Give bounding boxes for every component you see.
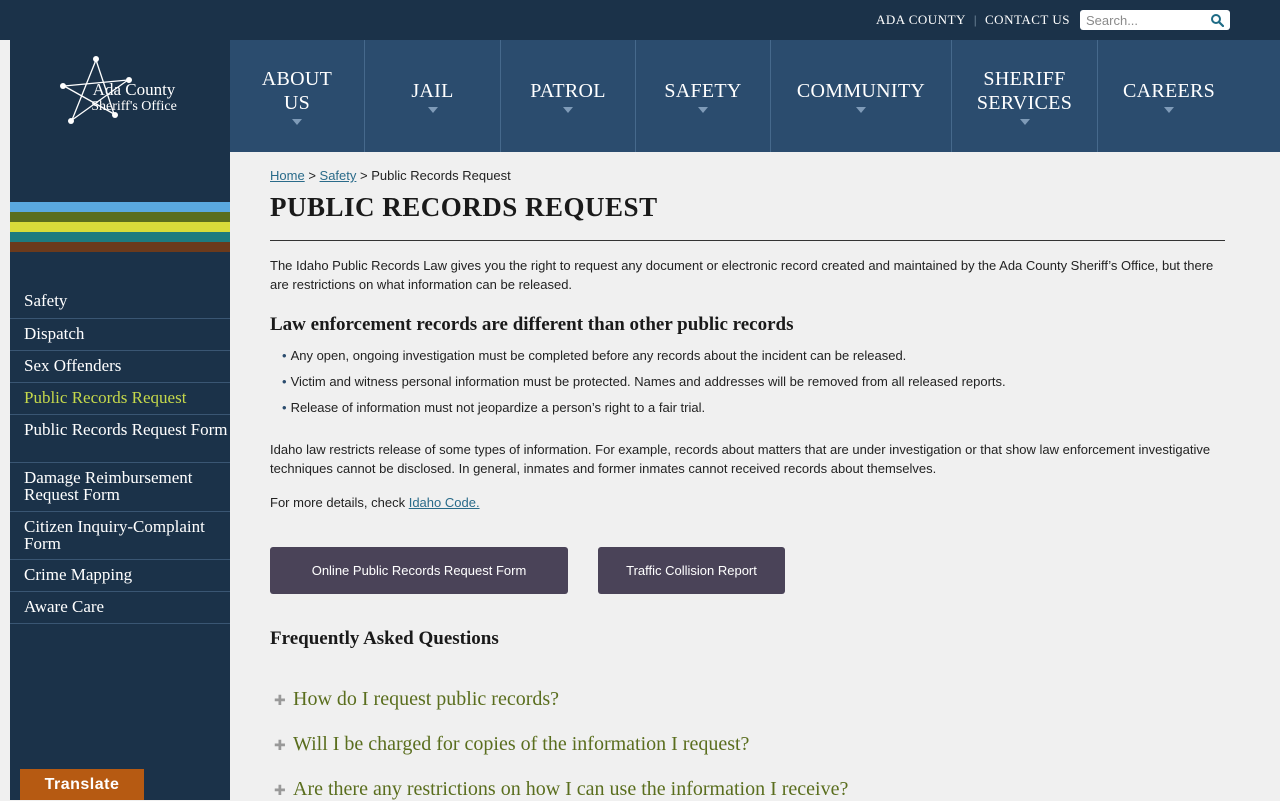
traffic-collision-report-button[interactable]: Traffic Collision Report [598,547,785,594]
stripe-brown [10,242,230,252]
nav-label: JAIL [411,80,454,102]
breadcrumb-home[interactable]: Home [270,168,305,183]
search-input[interactable] [1086,11,1204,29]
sidebar-item-public-records-request[interactable]: Public Records Request [10,383,230,415]
chevron-down-icon [427,107,438,113]
details-text: For more details, check [270,495,409,510]
nav-about-us[interactable]: ABOUT US [230,40,365,152]
sidebar-item-crime-mapping[interactable]: Crime Mapping [10,560,230,592]
idaho-code-link[interactable]: Idaho Code. [409,495,480,510]
faq-item[interactable]: ✚ Will I be charged for copies of the inf… [270,733,1225,756]
faq-question: How do I request public records? [293,688,560,710]
nav-patrol[interactable]: PATROL [501,40,636,152]
faq-question: Are there any restrictions on how I can … [293,778,849,800]
top-utility-bar: ADA COUNTY | CONTACT US [0,0,1280,40]
list-item: Any open, ongoing investigation must be … [282,346,1006,365]
intro-paragraph: The Idaho Public Records Law gives you t… [270,258,1214,292]
nav-label: SAFETY [664,80,742,102]
plus-icon: ✚ [274,737,286,753]
search-icon[interactable] [1210,13,1224,27]
nav-label: CAREERS [1122,80,1216,102]
sidebar-item-safety[interactable]: Safety [10,286,230,319]
chevron-down-icon [856,107,866,113]
chevron-down-icon [563,107,573,113]
breadcrumb-current: Public Records Request [371,168,511,183]
details-paragraph: For more details, check Idaho Code. [270,493,480,512]
logo-text-line2: Sheriff's Office [91,99,177,114]
sidebar-item-damage-reimbursement[interactable]: Damage Reimbursement Request Form [10,463,230,512]
list-item: Victim and witness personal information … [282,372,1006,391]
nav-careers[interactable]: CAREERS [1098,40,1240,152]
utility-links: ADA COUNTY | CONTACT US [876,12,1070,28]
sheriff-logo[interactable]: Ada County Sheriff's Office [10,40,230,152]
title-divider [270,240,1225,241]
stripe-teal [10,232,230,242]
nav-safety[interactable]: SAFETY [636,40,771,152]
faq-item[interactable]: ✚ How do I request public records? [270,688,1225,711]
chevron-down-icon [1164,107,1174,113]
sidebar-item-aware-care[interactable]: Aware Care [10,592,230,624]
faq-item[interactable]: ✚ Are there any restrictions on how I can… [270,778,1225,801]
breadcrumb: Home > Safety > Public Records Request [270,168,511,183]
nav-label: US [283,92,311,114]
sidebar-nav: Safety Dispatch Sex Offenders Public Rec… [10,286,230,624]
chevron-down-icon [1019,119,1030,125]
nav-label: PATROL [530,80,606,102]
plus-icon: ✚ [274,692,286,708]
law-paragraph: Idaho law restricts release of some type… [270,442,1211,476]
section-heading: Law enforcement records are different th… [270,314,794,335]
nav-jail[interactable]: JAIL [365,40,501,152]
page-title: PUBLIC RECORDS REQUEST [270,192,658,222]
chevron-down-icon [292,119,302,125]
page-left-gutter [0,40,10,800]
translate-button[interactable]: Translate [20,769,144,800]
nav-label: COMMUNITY [796,80,926,102]
faq-heading: Frequently Asked Questions [270,628,499,649]
breadcrumb-safety[interactable]: Safety [320,168,357,183]
search-box [1080,10,1230,30]
chevron-down-icon [698,107,708,113]
utility-separator: | [973,12,978,27]
breadcrumb-separator: > [360,168,368,183]
faq-question: Will I be charged for copies of the info… [293,733,750,755]
stripe-olive [10,212,230,222]
logo-text-line1: Ada County [93,80,176,99]
logo-panel: Ada County Sheriff's Office [10,40,230,152]
sidebar-item-dispatch[interactable]: Dispatch [10,319,230,351]
color-stripes [10,202,230,252]
plus-icon: ✚ [274,782,286,798]
nav-label: SERVICES [976,92,1073,114]
sidebar-item-citizen-inquiry[interactable]: Citizen Inquiry-Complaint Form [10,512,230,560]
list-item: Release of information must not jeopardi… [282,398,1006,417]
stripe-yellow [10,222,230,232]
stripe-blue [10,202,230,212]
breadcrumb-separator: > [308,168,316,183]
online-records-form-button[interactable]: Online Public Records Request Form [270,547,568,594]
sidebar-item-public-records-request-form[interactable]: Public Records Request Form [10,415,230,463]
sidebar-item-sex-offenders[interactable]: Sex Offenders [10,351,230,383]
nav-label: ABOUT [261,68,333,90]
ada-county-link[interactable]: ADA COUNTY [876,12,966,28]
nav-sheriff-services[interactable]: SHERIFF SERVICES [952,40,1098,152]
main-nav: ABOUT US JAIL PATROL SAFETY COMMUNITY SH… [230,40,1280,152]
nav-label: SHERIFF [983,68,1066,90]
nav-community[interactable]: COMMUNITY [771,40,952,152]
restrictions-list: Any open, ongoing investigation must be … [282,346,1006,424]
contact-us-link[interactable]: CONTACT US [985,12,1070,28]
